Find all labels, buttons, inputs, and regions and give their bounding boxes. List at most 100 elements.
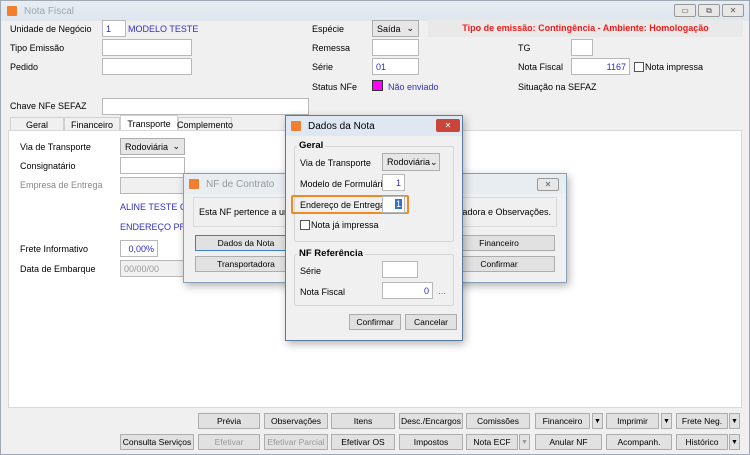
dados-nota-title: Dados da Nota (308, 120, 375, 132)
efetivar-os-button[interactable]: Efetivar OS (331, 434, 395, 450)
consignatario-label: Consignatário (20, 161, 76, 171)
frete-input[interactable]: 0,00% (120, 240, 158, 257)
impostos-button[interactable]: Impostos (399, 434, 463, 450)
nf-referencia-label: NF Referência (297, 248, 365, 259)
pedido-label: Pedido (10, 62, 39, 72)
chevron-down-icon: ⌄ (406, 23, 414, 33)
tab-transporte[interactable]: Transporte (120, 115, 178, 131)
chevron-down-icon: ⌄ (430, 156, 438, 167)
chave-input[interactable] (102, 98, 309, 115)
via-label: Via de Transporte (20, 142, 91, 152)
embarque-input[interactable]: 00/00/00 (120, 260, 190, 277)
ref-nf-input[interactable]: 0 (382, 282, 433, 299)
consulta-servicos-button[interactable]: Consulta Serviços (120, 434, 194, 450)
geral-group-label: Geral (297, 140, 326, 151)
endereco-label: Endereço de Entrega (300, 200, 386, 210)
historico-button[interactable]: Histórico (676, 434, 728, 450)
chave-label: Chave NFe SEFAZ (10, 101, 87, 111)
serie-input[interactable]: 01 (372, 58, 419, 75)
message-end: rtadora e Observações. (456, 207, 551, 217)
ref-serie-label: Série (300, 266, 322, 276)
especie-select[interactable]: Saída ⌄ (372, 20, 419, 37)
tipo-emissao-input[interactable] (102, 39, 192, 56)
frete-label: Frete Informativo (20, 244, 89, 254)
app-icon (291, 121, 301, 131)
previa-button[interactable]: Prévia (198, 413, 260, 429)
tab-complemento[interactable]: Complemento (177, 117, 233, 131)
cancelar-button[interactable]: Cancelar (405, 314, 457, 330)
endereco-input[interactable]: 1 (382, 196, 405, 213)
status-label: Status NFe (312, 82, 358, 92)
nf-contrato-close-button[interactable]: ✕ (537, 178, 559, 191)
ref-nf-label: Nota Fiscal (300, 287, 346, 297)
financeiro-dropdown-icon[interactable]: ▼ (592, 413, 603, 429)
financeiro-toolbar-button[interactable]: Financeiro (535, 413, 590, 429)
acompanh-button[interactable]: Acompanh. (606, 434, 672, 450)
endereco-value: 1 (394, 199, 402, 209)
app-icon (7, 6, 17, 16)
nota-ja-impressa-checkbox[interactable] (300, 220, 310, 230)
dados-nota-close-button[interactable]: ✕ (436, 119, 460, 132)
historico-dropdown-icon[interactable]: ▼ (729, 434, 740, 450)
especie-value: Saída (377, 23, 401, 34)
frete-neg-button[interactable]: Frete Neg. (676, 413, 728, 429)
nf-contrato-title: NF de Contrato (206, 178, 275, 190)
minimize-button[interactable]: ▭ (674, 4, 696, 17)
lookup-button[interactable]: ... (436, 282, 448, 299)
efetivar-button[interactable]: Efetivar (198, 434, 260, 450)
desc-encargos-button[interactable]: Desc./Encargos (399, 413, 463, 429)
empresa-input (120, 177, 190, 194)
via-label: Via de Transporte (300, 158, 371, 168)
restore-button[interactable]: ⧉ (698, 4, 720, 17)
tab-financeiro[interactable]: Financeiro (64, 117, 120, 131)
tipo-emissao-label: Tipo Emissão (10, 43, 65, 53)
transportadora-button[interactable]: Transportadora (195, 256, 297, 272)
consignatario-input[interactable] (120, 157, 185, 174)
dados-nota-button[interactable]: Dados da Nota (195, 235, 297, 251)
chevron-down-icon: ⌄ (172, 141, 180, 151)
remessa-input[interactable] (372, 39, 419, 56)
close-button[interactable]: ✕ (722, 4, 744, 17)
status-value: Não enviado (388, 82, 439, 92)
dados-nota-dialog: Dados da Nota ✕ Geral Via de Transporte … (285, 115, 463, 341)
window-title: Nota Fiscal (24, 5, 75, 17)
frete-neg-dropdown-icon[interactable]: ▼ (729, 413, 740, 429)
modelo-input[interactable]: 1 (382, 174, 405, 191)
itens-button[interactable]: Itens (331, 413, 395, 429)
unidade-input[interactable]: 1 (102, 20, 126, 37)
tg-input[interactable] (571, 39, 593, 56)
nota-ja-impressa-label: Nota já impressa (311, 220, 379, 230)
dn-via-value: Rodoviária (387, 157, 431, 167)
via-select[interactable]: Rodoviária ⌄ (120, 138, 185, 155)
comissoes-button[interactable]: Comissões (466, 413, 530, 429)
especie-label: Espécie (312, 24, 345, 34)
observacoes-button[interactable]: Observações (264, 413, 328, 429)
pedido-input[interactable] (102, 58, 192, 75)
nota-fiscal-input[interactable]: 1167 (571, 58, 630, 75)
imprimir-button[interactable]: Imprimir (606, 413, 659, 429)
confirmar-button[interactable]: Confirmar (349, 314, 401, 330)
embarque-label: Data de Embarque (20, 264, 96, 274)
empresa-label: Empresa de Entrega (20, 180, 103, 190)
unidade-label: Unidade de Negócio (10, 24, 92, 34)
nota-fiscal-label: Nota Fiscal (518, 62, 564, 72)
dn-via-select[interactable]: Rodoviária ⌄ (382, 153, 440, 171)
unidade-name: MODELO TESTE (128, 24, 199, 34)
nota-ecf-button[interactable]: Nota ECF (466, 434, 518, 450)
nota-impressa-checkbox[interactable] (634, 62, 644, 72)
ref-serie-input[interactable] (382, 261, 418, 278)
efetivar-parcial-button[interactable]: Efetivar Parcial (264, 434, 328, 450)
serie-label: Série (312, 62, 334, 72)
anular-nf-button[interactable]: Anular NF (535, 434, 602, 450)
nota-impressa-label: Nota impressa (645, 62, 704, 72)
situacao-label: Situação na SEFAZ (518, 82, 597, 92)
imprimir-dropdown-icon[interactable]: ▼ (661, 413, 672, 429)
modelo-label: Modelo de Formulário (300, 179, 388, 189)
status-color-indicator (372, 80, 383, 91)
tg-label: TG (518, 43, 531, 53)
nota-ecf-dropdown-icon[interactable]: ▼ (519, 434, 530, 450)
tab-geral[interactable]: Geral (10, 117, 64, 131)
app-icon (189, 179, 199, 189)
title-bar: Nota Fiscal (1, 1, 749, 21)
via-value: Rodoviária (125, 141, 169, 152)
